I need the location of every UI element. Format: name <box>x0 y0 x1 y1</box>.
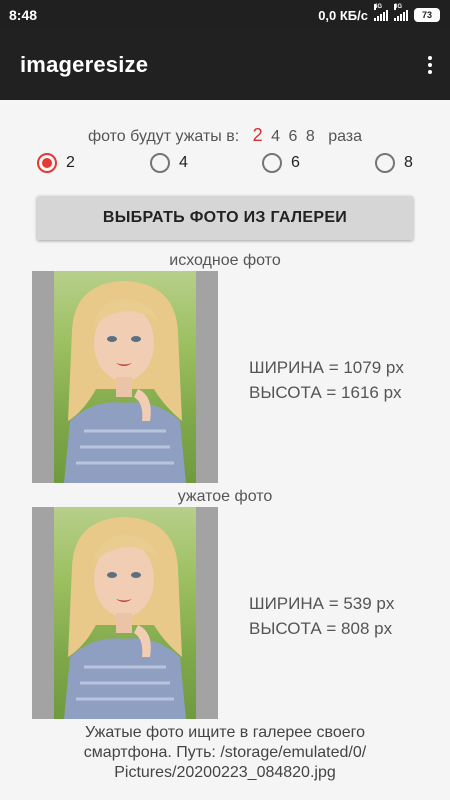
battery-icon: 73 <box>414 8 440 22</box>
radio-4[interactable]: 4 <box>150 153 188 173</box>
ratio-option-4: 4 <box>271 128 281 145</box>
radio-label: 8 <box>404 154 413 171</box>
status-time: 8:48 <box>9 7 38 23</box>
radio-unchecked-icon <box>262 153 282 173</box>
original-width: ШИРИНА = 1079 px <box>249 358 404 377</box>
radio-label: 2 <box>66 154 75 171</box>
radio-label: 6 <box>291 154 300 171</box>
radio-unchecked-icon <box>150 153 170 173</box>
ratio-label: фото будут ужаты в: <box>87 128 240 145</box>
portrait-illustration <box>64 281 186 483</box>
ratio-option-6: 6 <box>288 128 298 145</box>
radio-2[interactable]: 2 <box>37 153 75 173</box>
save-path-line-3: Pictures/20200223_084820.jpg <box>114 764 336 781</box>
ratio-line: фото будут ужаты в: 2 4 6 8 раза <box>0 125 450 146</box>
portrait-illustration <box>64 517 186 719</box>
radio-label: 4 <box>179 154 188 171</box>
save-path-note: Ужатые фото ищите в галерее своего смарт… <box>0 723 450 783</box>
original-dims: ШИРИНА = 1079 px ВЫСОТА = 1616 px <box>249 355 404 405</box>
app-bar: imageresize <box>0 30 450 100</box>
save-path-line-2: смартфона. Путь: /storage/emulated/0/ <box>83 744 367 761</box>
network-4g-label: 4G <box>374 3 383 10</box>
compressed-height: ВЫСОТА = 808 px <box>249 619 393 638</box>
ratio-option-2: 2 <box>252 125 263 145</box>
compressed-photo-caption: ужатое фото <box>177 488 273 505</box>
original-photo-frame <box>32 271 218 483</box>
pick-from-gallery-button[interactable]: ВЫБРАТЬ ФОТО ИЗ ГАЛЕРЕИ <box>37 196 413 240</box>
signal-3g-icon: 3G <box>394 3 408 21</box>
network-speed: 0,0 КБ/с <box>318 7 368 23</box>
ratio-option-8: 8 <box>305 128 315 145</box>
compressed-width: ШИРИНА = 539 px <box>249 594 395 613</box>
signal-4g-icon: 4G <box>374 3 388 21</box>
save-path-line-1: Ужатые фото ищите в галерее своего <box>85 724 365 741</box>
network-3g-label: 3G <box>394 3 403 10</box>
compressed-photo-frame <box>32 507 218 719</box>
original-height: ВЫСОТА = 1616 px <box>249 383 402 402</box>
original-photo-caption: исходное фото <box>169 252 281 269</box>
radio-checked-icon <box>37 153 57 173</box>
overflow-menu-icon[interactable] <box>422 50 438 80</box>
radio-8[interactable]: 8 <box>375 153 413 173</box>
radio-unchecked-icon <box>375 153 395 173</box>
radio-6[interactable]: 6 <box>262 153 300 173</box>
ratio-radio-group: 2 4 6 8 <box>0 153 450 183</box>
status-bar: 8:48 0,0 КБ/с 4G 3G 73 <box>0 0 450 30</box>
compressed-dims: ШИРИНА = 539 px ВЫСОТА = 808 px <box>249 591 394 641</box>
status-right: 0,0 КБ/с 4G 3G 73 <box>318 3 440 23</box>
app-title: imageresize <box>20 52 149 77</box>
ratio-suffix: раза <box>328 128 363 145</box>
original-photo-image <box>54 271 196 483</box>
compressed-photo-image <box>54 507 196 719</box>
